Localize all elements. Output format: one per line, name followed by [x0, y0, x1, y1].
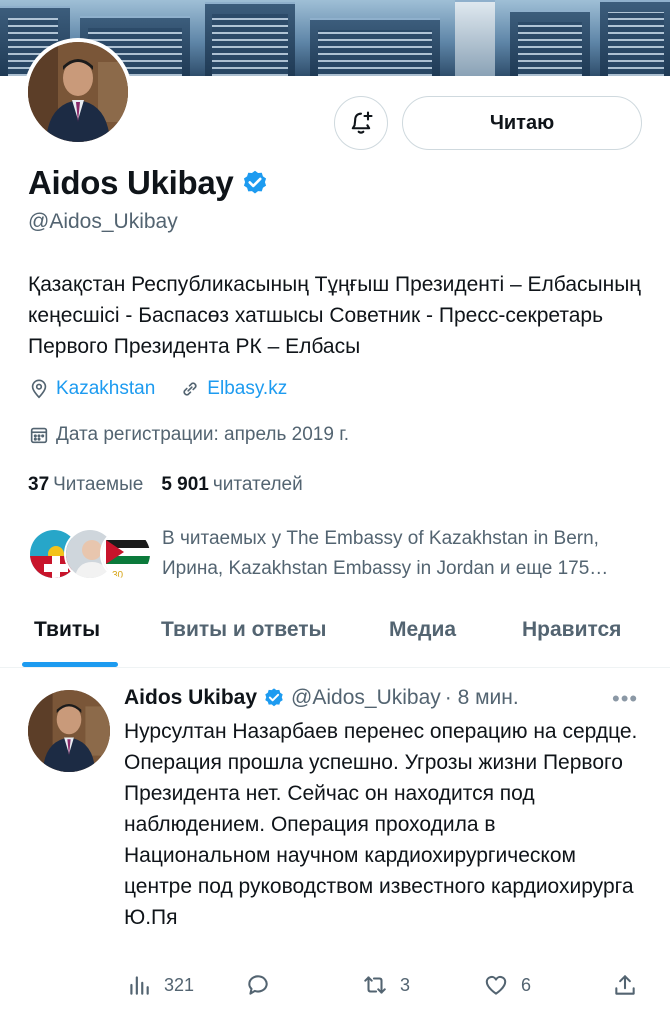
profile-name-row: Aidos Ukibay	[28, 164, 269, 202]
website-link[interactable]: Elbasy.kz	[207, 378, 287, 400]
profile-photo	[28, 42, 128, 142]
tweet-author-photo	[28, 690, 110, 772]
views-button[interactable]: 321	[126, 972, 194, 998]
tweet-time[interactable]: · 8 мин.	[445, 686, 519, 710]
following-count[interactable]: 37	[28, 474, 49, 496]
verified-badge-icon	[265, 688, 283, 707]
tweet-author-name[interactable]: Aidos Ukibay	[124, 686, 257, 710]
followers-label[interactable]: читателей	[213, 474, 303, 496]
tweet-author-avatar[interactable]	[28, 690, 110, 772]
tab-media[interactable]: Медиа	[389, 618, 456, 642]
retweet-button[interactable]: 3	[362, 972, 410, 998]
profile-avatar[interactable]	[24, 38, 132, 146]
tweet-author-handle[interactable]: @Aidos_Ukibay	[291, 686, 441, 710]
location: Kazakhstan	[28, 378, 155, 400]
notifications-button[interactable]	[334, 96, 388, 150]
retweet-count: 3	[400, 974, 411, 995]
svg-text:30: 30	[112, 570, 124, 580]
views-chart-icon	[130, 976, 149, 995]
location-link[interactable]: Kazakhstan	[56, 378, 155, 400]
tab-tweets-and-replies[interactable]: Твиты и ответы	[161, 618, 327, 642]
share-icon	[615, 975, 635, 995]
verified-badge-icon	[244, 170, 267, 194]
bell-plus-icon	[351, 111, 373, 134]
follow-stats: 37 Читаемые 5 901 читателей	[28, 474, 321, 496]
tweet-actions: 321 3 6	[0, 972, 670, 1008]
join-date-text: Дата регистрации: апрель 2019 г.	[56, 424, 350, 445]
calendar-icon	[30, 427, 48, 444]
profile-meta: Kazakhstan Elbasy.kz	[28, 378, 311, 400]
tab-tweets[interactable]: Твиты	[34, 618, 100, 642]
profile-tabs: Твиты Твиты и ответы Медиа Нравится	[0, 600, 670, 668]
link-icon	[183, 382, 197, 396]
following-label[interactable]: Читаемые	[53, 474, 143, 496]
profile-bio: Қазақстан Республикасының Тұңғыш Президе…	[28, 273, 641, 358]
tweet-text[interactable]: Нурсултан Назарбаев перенес операцию на …	[124, 716, 644, 933]
reply-icon	[248, 975, 268, 995]
like-button[interactable]: 6	[483, 972, 531, 998]
following-button[interactable]: Читаю	[402, 96, 642, 150]
retweet-icon	[364, 976, 386, 994]
followers-count[interactable]: 5 901	[161, 474, 209, 496]
views-count: 321	[164, 974, 195, 995]
join-date: Дата регистрации: апрель 2019 г.	[28, 424, 349, 446]
followed-by-text[interactable]: В читаемых у The Embassy of Kazakhstan i…	[162, 524, 642, 584]
tab-likes[interactable]: Нравится	[522, 618, 621, 642]
share-button[interactable]	[612, 972, 638, 998]
more-options-icon[interactable]: •••	[612, 686, 638, 712]
follower-avatar-jordan-embassy: 30	[100, 528, 152, 580]
location-pin-icon	[31, 379, 47, 399]
website: Elbasy.kz	[179, 378, 287, 400]
active-tab-indicator	[22, 662, 118, 667]
heart-icon	[485, 975, 507, 995]
followed-by-avatars[interactable]: 30	[28, 528, 152, 582]
profile-handle: @Aidos_Ukibay	[28, 210, 178, 233]
like-count: 6	[521, 974, 532, 995]
profile-name: Aidos Ukibay	[28, 164, 234, 201]
reply-button[interactable]	[245, 972, 271, 998]
tweet-header: Aidos Ukibay @Aidos_Ukibay · 8 мин.	[124, 686, 519, 710]
